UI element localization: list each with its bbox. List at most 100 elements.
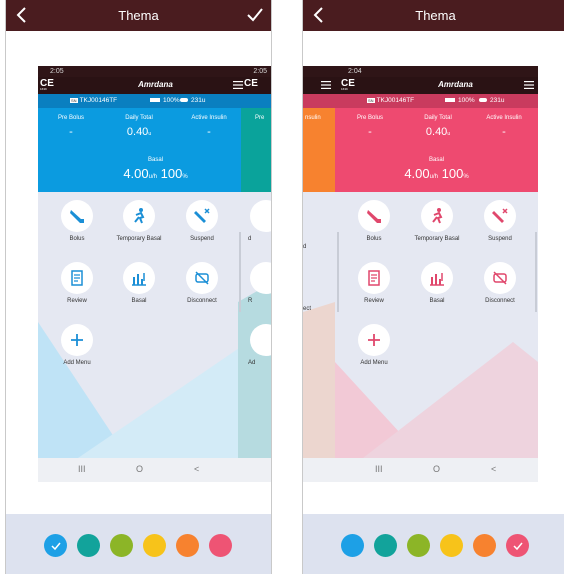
nav-back-button[interactable]: < bbox=[491, 464, 496, 474]
reservoir-icon bbox=[479, 98, 487, 103]
swatch-yellow[interactable] bbox=[440, 534, 463, 557]
menu-review[interactable]: Review bbox=[349, 262, 399, 305]
basal-chart-icon bbox=[421, 262, 453, 294]
menu-basal[interactable]: Basal bbox=[412, 262, 462, 305]
swatch-yellow[interactable] bbox=[143, 534, 166, 557]
recents-button[interactable]: III bbox=[375, 464, 383, 474]
menu-basal[interactable]: Basal bbox=[114, 262, 164, 305]
menu-disconnect[interactable]: Disconnect bbox=[475, 262, 525, 305]
menu-add[interactable]: Add Menu bbox=[349, 324, 399, 367]
suspend-icon bbox=[186, 200, 218, 232]
active-insulin-label: Active Insulin bbox=[486, 115, 522, 121]
bolus-summary: Pre Bolus - Daily Total 0.40u Active Ins… bbox=[38, 108, 271, 148]
daily-total-unit: u bbox=[148, 131, 152, 137]
swatch-orange[interactable] bbox=[473, 534, 496, 557]
swatch-blue[interactable] bbox=[44, 534, 67, 557]
basal-peek bbox=[303, 148, 335, 192]
disconnect-label: Disconnect bbox=[485, 298, 515, 304]
review-icon bbox=[61, 262, 93, 294]
basal-menu-label: Basal bbox=[131, 298, 147, 304]
menu-grid: d ect Bolus Temporary Basal Suspend Revi… bbox=[303, 192, 538, 458]
swatch-green[interactable] bbox=[407, 534, 430, 557]
daily-total-label: Daily Total bbox=[125, 115, 153, 121]
theme-preview: 2:05 2:05 CE 1639 Amrdana CE SN TKJ00146TF… bbox=[38, 66, 271, 482]
plus-icon bbox=[358, 324, 390, 356]
check-icon[interactable] bbox=[245, 5, 265, 25]
page-divider bbox=[337, 232, 339, 312]
home-button[interactable]: O bbox=[136, 464, 143, 474]
basal-chart-icon bbox=[123, 262, 155, 294]
pre-bolus-label: Pre Bolus bbox=[57, 115, 84, 121]
status-time: 2:05 bbox=[50, 68, 64, 75]
swatch-teal[interactable] bbox=[77, 534, 100, 557]
menu-disconnect[interactable]: Disconnect bbox=[177, 262, 227, 305]
menu-suspend[interactable]: Suspend bbox=[475, 200, 525, 243]
peek-circle-3 bbox=[250, 324, 271, 356]
home-button[interactable]: O bbox=[433, 464, 440, 474]
page-title: Thema bbox=[118, 8, 159, 23]
daily-total: Daily Total 0.40u bbox=[108, 108, 170, 138]
active-insulin: Active Insulin - bbox=[473, 108, 535, 138]
swatch-green[interactable] bbox=[110, 534, 133, 557]
menu-grid: Bolus Temporary Basal Suspend Review Bas… bbox=[38, 192, 271, 458]
pre-bolus: Pre Bolus - bbox=[339, 108, 401, 138]
menu-icon[interactable] bbox=[233, 81, 243, 89]
peek-tile-3: Ad bbox=[246, 324, 271, 367]
swatch-blue[interactable] bbox=[341, 534, 364, 557]
pre-bolus: Pre Bolus - bbox=[40, 108, 102, 138]
menu-add[interactable]: Add Menu bbox=[52, 324, 102, 367]
top-bar: Thema bbox=[6, 0, 271, 31]
active-insulin-value: - bbox=[207, 126, 211, 138]
page-title: Thema bbox=[415, 8, 456, 23]
swatch-pink[interactable] bbox=[506, 534, 529, 557]
reservoir-level: 231u bbox=[479, 94, 504, 108]
nav-back-button[interactable]: < bbox=[194, 464, 199, 474]
reservoir-level: 231u bbox=[180, 94, 205, 108]
android-nav-bar: III O < bbox=[38, 458, 271, 482]
bolus-label: Bolus bbox=[69, 236, 85, 242]
temp-basal-label: Temporary Basal bbox=[116, 236, 162, 242]
app-bar: CE 1639 Amrdana CE bbox=[38, 77, 271, 94]
ce-mark-peek-text: CE bbox=[244, 78, 258, 89]
check-icon bbox=[512, 542, 523, 550]
peek-tile: d bbox=[246, 200, 271, 243]
plus-icon bbox=[61, 324, 93, 356]
menu-icon[interactable] bbox=[524, 81, 534, 89]
menu-bolus[interactable]: Bolus bbox=[52, 200, 102, 243]
ce-mark-peek: CE bbox=[244, 78, 258, 89]
ce-mark: CE 1639 bbox=[341, 78, 355, 91]
menu-bolus[interactable]: Bolus bbox=[349, 200, 399, 243]
daily-total-value: 0.40u bbox=[108, 126, 170, 138]
menu-review[interactable]: Review bbox=[52, 262, 102, 305]
menu-temporary-basal[interactable]: Temporary Basal bbox=[412, 200, 462, 243]
daily-total-label: Daily Total bbox=[424, 115, 452, 121]
daily-total-unit: u bbox=[447, 131, 451, 137]
basal-value: 4.00u/h 100% bbox=[303, 166, 538, 181]
battery-icon bbox=[445, 98, 455, 103]
reservoir-text: 231u bbox=[191, 97, 206, 104]
swatch-orange[interactable] bbox=[176, 534, 199, 557]
recents-button[interactable]: III bbox=[78, 464, 86, 474]
add-menu-label: Add Menu bbox=[63, 360, 91, 366]
peek-tile-2-label: R bbox=[248, 298, 253, 304]
menu-suspend[interactable]: Suspend bbox=[177, 200, 227, 243]
temp-basal-label: Temporary Basal bbox=[414, 236, 460, 242]
pre-bolus-value: - bbox=[69, 126, 73, 138]
swatch-teal[interactable] bbox=[374, 534, 397, 557]
android-nav-bar: III O < bbox=[303, 458, 538, 482]
daily-total-number: 0.40 bbox=[425, 126, 448, 138]
disconnect-label: Disconnect bbox=[187, 298, 217, 304]
color-picker bbox=[6, 514, 271, 574]
basal-percent: 100 bbox=[441, 166, 464, 181]
basal-percent: 100 bbox=[160, 166, 183, 181]
basal-unit: u/h bbox=[429, 174, 438, 180]
theme-screen-blue: Thema 2:05 2:05 CE 1639 Amrdana CE SN TKJ0… bbox=[5, 0, 272, 574]
review-icon bbox=[358, 262, 390, 294]
suspend-icon bbox=[484, 200, 516, 232]
menu-temporary-basal[interactable]: Temporary Basal bbox=[114, 200, 164, 243]
pump-info-bar: SN TKJ00146TF 100% 231u bbox=[38, 94, 271, 108]
swatch-pink[interactable] bbox=[209, 534, 232, 557]
running-person-icon bbox=[123, 200, 155, 232]
active-insulin: Active Insulin - bbox=[178, 108, 240, 138]
peek-circle-2 bbox=[250, 262, 271, 294]
